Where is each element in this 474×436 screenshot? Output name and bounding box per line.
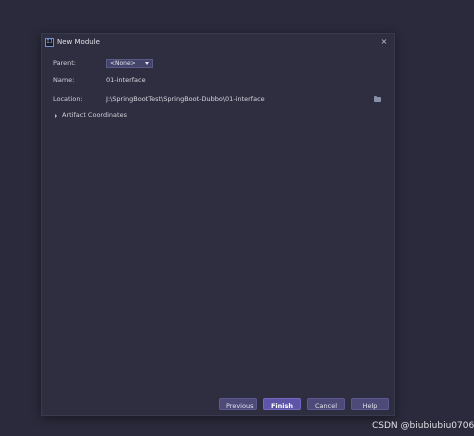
close-icon[interactable]: × [379, 37, 389, 47]
name-field[interactable] [105, 76, 307, 85]
location-label: Location: [53, 95, 83, 103]
cancel-button[interactable]: Cancel [307, 398, 345, 410]
previous-button[interactable]: Previous [219, 398, 257, 410]
chevron-down-icon [145, 62, 149, 65]
intellij-icon: IJ [45, 38, 54, 47]
folder-icon[interactable] [374, 95, 381, 102]
parent-select-value: <None> [110, 60, 136, 67]
dialog-titlebar: IJ New Module × [42, 34, 394, 51]
parent-label: Parent: [53, 59, 76, 67]
watermark: CSDN @biubiubiu0706 [372, 421, 474, 431]
finish-button[interactable]: Finish [263, 398, 301, 410]
artifact-coordinates-label: Artifact Coordinates [62, 111, 127, 119]
chevron-right-icon [55, 114, 57, 118]
name-label: Name: [53, 76, 75, 84]
dialog-title: New Module [57, 38, 100, 46]
parent-select[interactable]: <None> [106, 59, 153, 68]
new-module-dialog: IJ New Module × Parent: <None> Name: Loc… [41, 33, 395, 416]
location-field[interactable] [105, 95, 367, 104]
help-button[interactable]: Help [351, 398, 389, 410]
